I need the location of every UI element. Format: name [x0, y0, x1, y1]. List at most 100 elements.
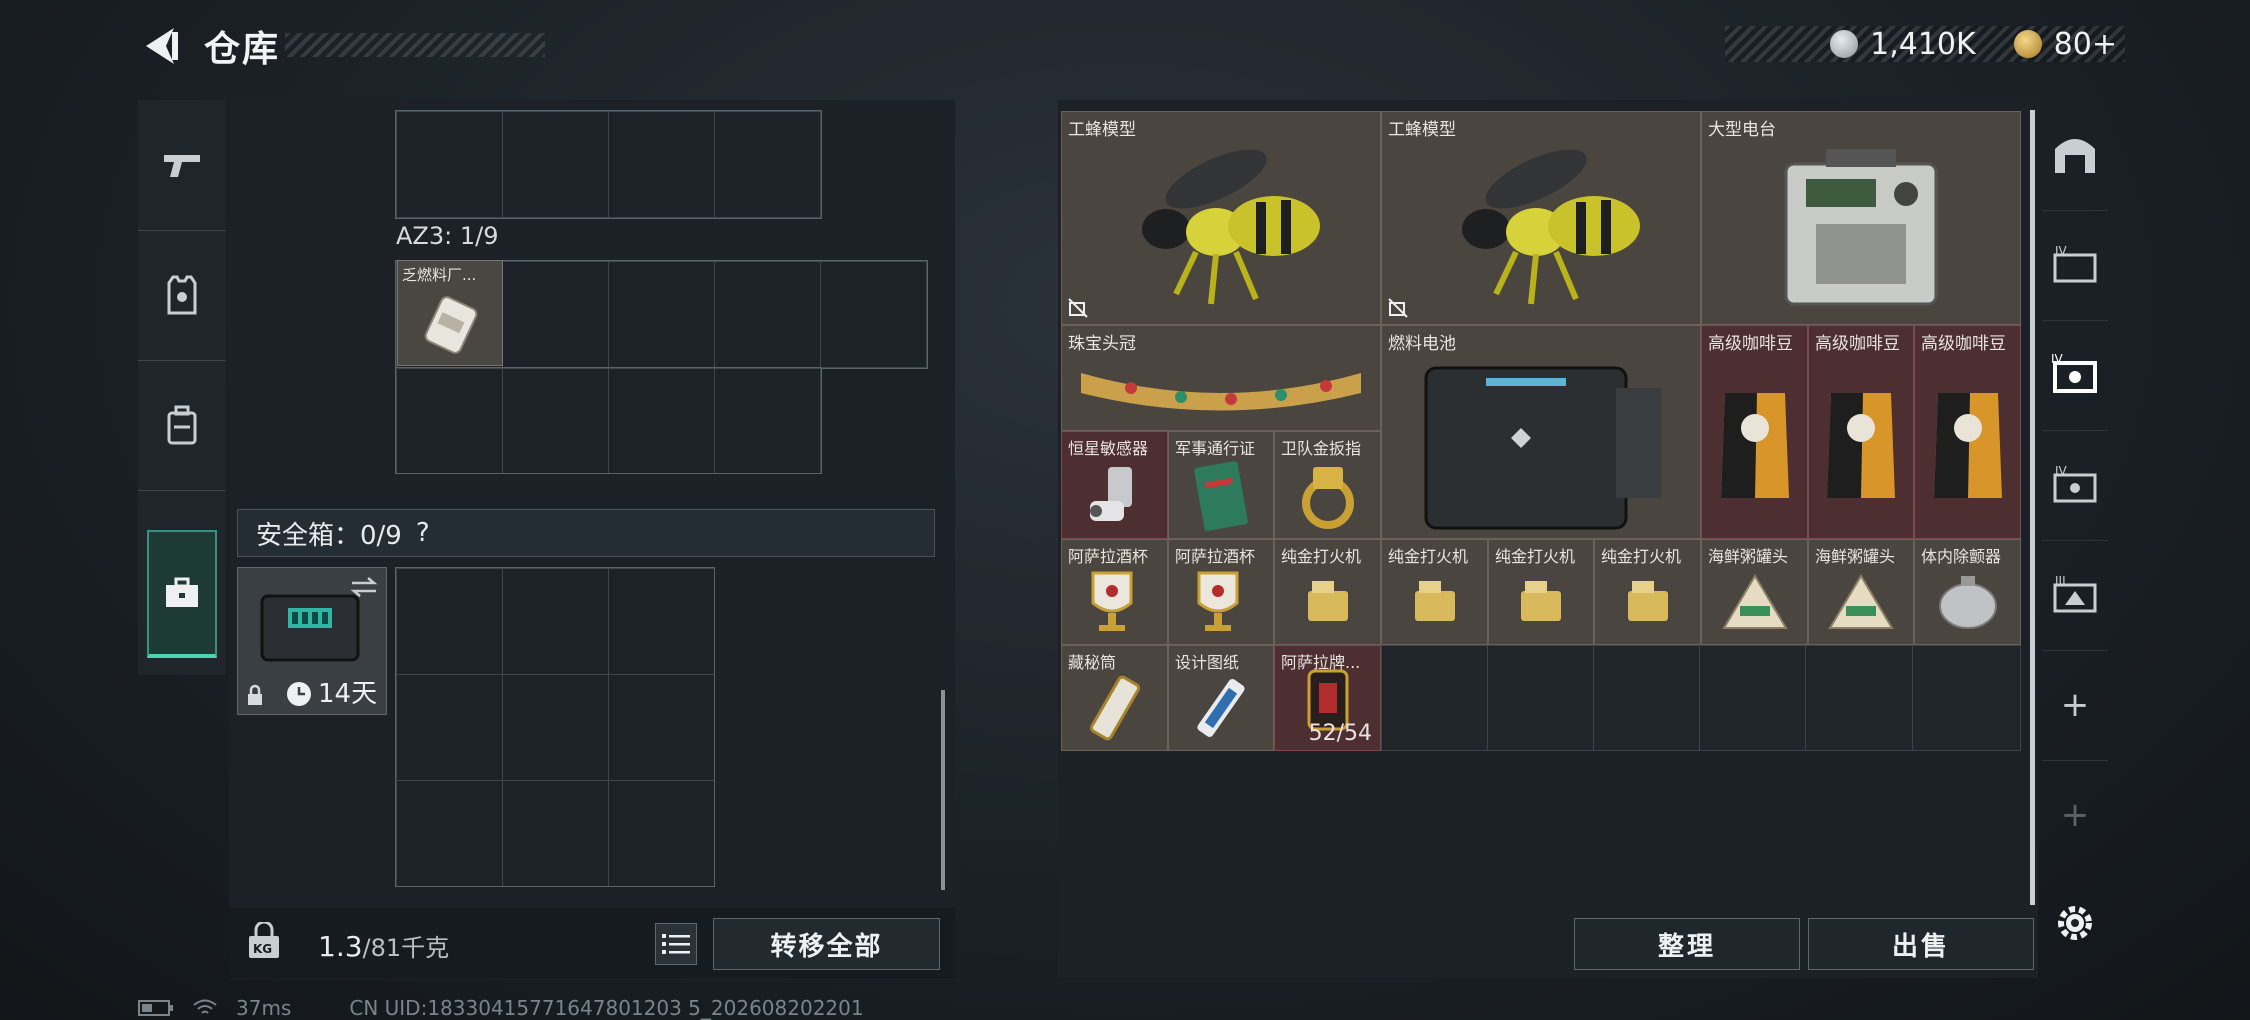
add-stash-page-button[interactable]: +	[2042, 650, 2108, 761]
large-radio-icon	[1784, 148, 1938, 306]
cryptex-icon	[1089, 676, 1140, 741]
wifi-icon	[193, 999, 217, 1014]
add-stash-page-disabled: +	[2042, 760, 2108, 870]
nav-backpack[interactable]	[138, 360, 226, 491]
blueprint-icon	[1197, 679, 1245, 738]
backpack-scrollbar[interactable]	[941, 690, 945, 890]
stash-item-jewel-crown[interactable]: 珠宝头冠	[1061, 325, 1381, 431]
sell-button[interactable]: 出售	[1808, 918, 2034, 970]
item-name: 高级咖啡豆	[1815, 334, 1900, 354]
weight-lock-button[interactable]: KG	[246, 920, 282, 960]
empty-slot[interactable]	[1593, 645, 1700, 751]
seafood-can-icon	[1721, 574, 1788, 630]
back-button[interactable]	[138, 24, 182, 68]
item-name: 纯金打火机	[1495, 547, 1576, 566]
star-sensor-icon	[1089, 466, 1132, 521]
svg-text:IV: IV	[2055, 465, 2068, 478]
stash-item-gold-lighter[interactable]: 纯金打火机	[1274, 539, 1381, 645]
sort-button[interactable]: 整理	[1574, 918, 1800, 970]
stash-item-wasp-model[interactable]: 工蜂模型	[1061, 111, 1381, 325]
list-view-button[interactable]	[655, 923, 697, 965]
stash-item-asara-goblet[interactable]: 阿萨拉酒杯	[1061, 539, 1168, 645]
item-name: 体内除颤器	[1921, 547, 2002, 566]
nav-safe-box[interactable]	[147, 530, 217, 658]
backpack-icon	[167, 405, 197, 445]
container-grid-top[interactable]	[395, 110, 822, 219]
stash-item-fuel-cell[interactable]: 燃料电池	[1381, 325, 1701, 539]
stash-item-premium-coffee[interactable]: 高级咖啡豆	[1701, 325, 1808, 539]
stash-scrollbar[interactable]	[2030, 110, 2035, 905]
svg-text:IV: IV	[2055, 245, 2068, 258]
stash-tab-3-active[interactable]: IV	[2042, 320, 2108, 431]
settings-button[interactable]	[2052, 900, 2098, 946]
stash-page-icon: IV	[2053, 245, 2097, 283]
item-name: 海鲜粥罐头	[1815, 547, 1896, 566]
az3-grid-row2[interactable]	[395, 367, 822, 474]
military-pass-icon	[1194, 460, 1248, 531]
stash-item-gold-lighter[interactable]: 纯金打火机	[1594, 539, 1701, 645]
stash-item-premium-coffee[interactable]: 高级咖啡豆	[1914, 325, 2021, 539]
item-name: 纯金打火机	[1281, 547, 1362, 566]
uid-readout: CN UID:18330415771647801203 5_2026082022…	[349, 996, 864, 1020]
nav-weapon[interactable]	[138, 100, 226, 231]
stash-item-seafood-congee[interactable]: 海鲜粥罐头	[1701, 539, 1808, 645]
swap-icon[interactable]	[350, 576, 378, 598]
battery-icon	[138, 1000, 173, 1016]
safe-box-grid[interactable]	[395, 567, 715, 887]
stash-item-cryptex[interactable]: 藏秘筒	[1061, 645, 1168, 751]
fuel-cell-icon	[1424, 366, 1661, 530]
item-name: 高级咖啡豆	[1708, 334, 1793, 354]
coffee-bag-icon	[1933, 392, 2002, 498]
item-name: 阿萨拉酒杯	[1175, 547, 1256, 566]
weight-current: 1.3	[318, 930, 363, 963]
item-name: 阿萨拉酒杯	[1068, 547, 1149, 566]
help-icon[interactable]: ?	[416, 518, 430, 548]
stash-item-gold-lighter[interactable]: 纯金打火机	[1381, 539, 1488, 645]
item-name: 军事通行证	[1175, 439, 1256, 458]
transfer-all-button[interactable]: 转移全部	[713, 918, 940, 970]
empty-slot[interactable]	[1381, 645, 1488, 751]
wasp-model-icon	[1462, 149, 1640, 304]
list-icon	[662, 934, 690, 954]
stash-page-active-icon: IV	[2051, 353, 2097, 393]
weight-readout: 1.3/81千克	[318, 928, 449, 963]
stash-item-gold-ring[interactable]: 卫队金扳指	[1274, 431, 1381, 539]
item-name: 纯金打火机	[1388, 547, 1469, 566]
empty-slot[interactable]	[1912, 645, 2021, 751]
empty-slot[interactable]	[1805, 645, 1913, 751]
gear-icon	[2058, 906, 2092, 940]
coffee-bag-icon	[1720, 392, 1789, 498]
item-name: 纯金打火机	[1601, 547, 1682, 566]
stash-item-military-pass[interactable]: 军事通行证	[1168, 431, 1274, 539]
item-name: 高级咖啡豆	[1921, 334, 2006, 354]
ticket-icon	[2013, 30, 2042, 58]
stash-tab-1[interactable]: III	[2042, 540, 2108, 651]
stash-item-star-sensor[interactable]: 恒星敏感器	[1061, 431, 1168, 539]
empty-slot[interactable]	[1487, 645, 1594, 751]
weight-max: /81千克	[362, 934, 450, 962]
safe-box-label: 安全箱：0/9	[256, 520, 402, 551]
nav-armor[interactable]	[138, 230, 226, 361]
stash-item-blueprint[interactable]: 设计图纸	[1168, 645, 1274, 751]
stash-item-asara-card[interactable]: 阿萨拉牌... 52/54	[1274, 645, 1381, 751]
stash-page-icon: III	[2053, 575, 2097, 613]
stash-item-wasp-model[interactable]: 工蜂模型	[1381, 111, 1701, 325]
stash-tab-4[interactable]: IV	[2042, 210, 2108, 321]
back-arrow-icon	[146, 28, 178, 64]
stash-item-implant-defibrillator[interactable]: 体内除颤器	[1914, 539, 2021, 645]
stash-item-seafood-congee[interactable]: 海鲜粥罐头	[1808, 539, 1914, 645]
item-name: 恒星敏感器	[1068, 439, 1149, 458]
stash-tab-2[interactable]: IV	[2042, 430, 2108, 541]
stash-item-large-radio[interactable]: 大型电台	[1701, 111, 2021, 325]
safe-box-item[interactable]: 14天	[237, 567, 387, 715]
stash-item-gold-lighter[interactable]: 纯金打火机	[1488, 539, 1594, 645]
lighter-icon	[1307, 581, 1348, 622]
ticket-balance[interactable]: 80+	[2054, 27, 2117, 62]
lighter-icon	[1627, 581, 1668, 622]
fuel-canister-icon	[424, 296, 478, 354]
stash-item-premium-coffee[interactable]: 高级咖啡豆	[1808, 325, 1914, 539]
stash-tab-all[interactable]	[2042, 100, 2108, 211]
empty-slot[interactable]	[1699, 645, 1806, 751]
stash-item-asara-goblet[interactable]: 阿萨拉酒杯	[1168, 539, 1274, 645]
inventory-item-fuel[interactable]: 乏燃料厂...	[397, 260, 503, 366]
